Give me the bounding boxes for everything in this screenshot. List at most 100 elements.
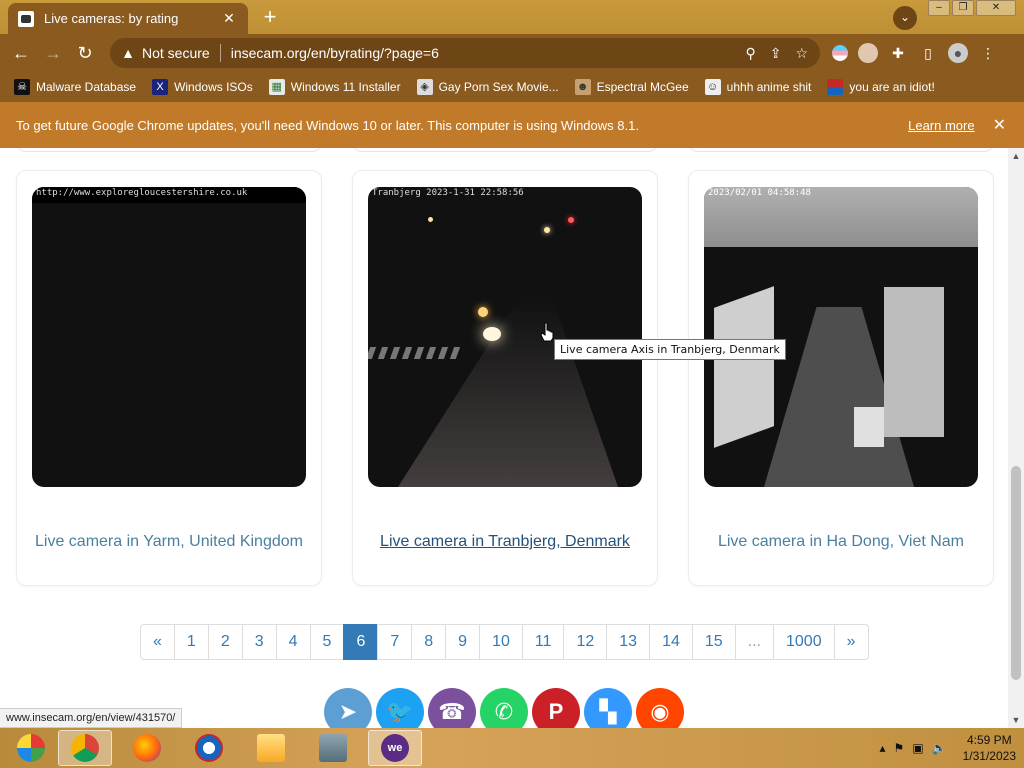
window-controls: – ❐ ✕ <box>928 0 1016 18</box>
pagination-page[interactable]: 11 <box>521 624 565 660</box>
bookmark-item[interactable]: ▦ Windows 11 Installer <box>268 79 401 95</box>
bookmark-item[interactable]: ☺ uhhh anime shit <box>704 79 812 95</box>
pagination-page[interactable]: 7 <box>377 624 413 660</box>
scrollbar-thumb[interactable] <box>1011 466 1021 680</box>
minimize-button[interactable]: – <box>928 0 950 16</box>
previous-card-edge <box>352 148 658 152</box>
reddit-icon[interactable]: ◉ <box>636 688 684 728</box>
warning-icon[interactable]: ▲ <box>120 45 136 61</box>
pagination-prev[interactable]: « <box>140 624 175 660</box>
pagination-page[interactable]: 10 <box>479 624 523 660</box>
camera-caption-link[interactable]: Live camera in Tranbjerg, Denmark <box>353 533 657 551</box>
sidepanel-icon[interactable]: ▯ <box>918 43 938 63</box>
avatar-extension-icon[interactable] <box>858 43 878 63</box>
delicious-icon[interactable]: ▚ <box>584 688 632 728</box>
scroll-up-icon[interactable]: ▲ <box>1008 148 1024 164</box>
kebab-menu-icon[interactable]: ⋮ <box>978 43 998 63</box>
taskbar-we-app[interactable]: we <box>368 730 422 766</box>
url-text[interactable]: insecam.org/en/byrating/?page=6 <box>231 45 746 61</box>
status-bubble: www.insecam.org/en/view/431570/ <box>0 708 183 728</box>
camera-caption-link[interactable]: Live camera in Ha Dong, Viet Nam <box>689 533 993 551</box>
crosswalk <box>368 347 461 359</box>
skull-icon: ☠ <box>14 79 30 95</box>
pagination-page[interactable]: 12 <box>563 624 608 660</box>
network-icon[interactable]: ▣ <box>912 741 923 755</box>
bookmark-item[interactable]: you are an idiot! <box>827 79 935 95</box>
desk <box>714 286 774 448</box>
pagination-page[interactable]: 9 <box>445 624 481 660</box>
previous-card-edge <box>16 148 322 152</box>
bookmark-star-icon[interactable]: ☆ <box>795 45 808 62</box>
pagination-last-page[interactable]: 1000 <box>773 624 835 660</box>
viber-icon[interactable]: ☎ <box>428 688 476 728</box>
firefox-icon <box>133 734 161 762</box>
profile-icon[interactable]: ● <box>948 43 968 63</box>
trans-flag-extension-icon[interactable] <box>832 45 848 61</box>
camera-thumbnail[interactable]: 2023/02/01 04:58:48 <box>704 187 978 487</box>
browser-tab[interactable]: Live cameras: by rating ✕ <box>8 3 248 34</box>
share-icon[interactable]: ⇪ <box>770 45 782 62</box>
pagination-page[interactable]: 5 <box>309 624 345 660</box>
close-window-button[interactable]: ✕ <box>976 0 1016 16</box>
taskbar-app-obama[interactable] <box>182 730 236 766</box>
security-label[interactable]: Not secure <box>142 45 210 61</box>
pagination-ellipsis: ... <box>734 624 774 660</box>
vertical-scrollbar[interactable]: ▲ ▼ <box>1008 148 1024 728</box>
camera-thumbnail[interactable]: Tranbjerg 2023-1-31 22:58:56 <box>368 187 642 487</box>
desk <box>884 287 944 437</box>
pagination-page[interactable]: 13 <box>606 624 651 660</box>
start-button[interactable] <box>4 730 58 766</box>
search-icon[interactable]: ⚲ <box>745 45 755 62</box>
pagination-page[interactable]: 4 <box>275 624 311 660</box>
bookmark-label: uhhh anime shit <box>726 80 812 94</box>
action-center-flag-icon[interactable]: ⚑ <box>894 741 905 755</box>
camera-card: 2023/02/01 04:58:48 Live camera in Ha Do… <box>688 170 994 586</box>
tab-close-icon[interactable]: ✕ <box>220 10 238 27</box>
scroll-down-icon[interactable]: ▼ <box>1008 712 1024 728</box>
address-bar[interactable]: ▲ Not secure insecam.org/en/byrating/?pa… <box>110 38 820 68</box>
bookmark-item[interactable]: ☻ Espectral McGee <box>574 79 689 95</box>
pinterest-icon[interactable]: P <box>532 688 580 728</box>
bookmarks-bar: ☠ Malware Database X Windows ISOs ▦ Wind… <box>0 72 1024 102</box>
pagination-page[interactable]: 14 <box>649 624 693 660</box>
tab-search-chevron-icon[interactable]: ⌄ <box>893 6 917 30</box>
taskbar-installer[interactable] <box>306 730 360 766</box>
chrome-icon <box>71 734 99 762</box>
site-favicon-icon <box>18 10 34 27</box>
camera-caption-link[interactable]: Live camera in Yarm, United Kingdom <box>17 533 321 551</box>
pagination-page[interactable]: 2 <box>207 624 243 660</box>
volume-icon[interactable]: 🔈 <box>932 741 947 755</box>
twitter-icon[interactable]: 🐦 <box>376 688 424 728</box>
tray-expand-icon[interactable]: ▴ <box>880 741 886 755</box>
restore-button[interactable]: ❐ <box>952 0 974 16</box>
learn-more-link[interactable]: Learn more <box>908 118 974 133</box>
pagination-next[interactable]: » <box>833 624 869 660</box>
system-tray: ▴ ⚑ ▣ 🔈 4:59 PM 1/31/2023 <box>880 728 1016 768</box>
taskbar-firefox[interactable] <box>120 730 174 766</box>
forward-button[interactable]: → <box>40 41 66 65</box>
camera-thumbnail[interactable]: http://www.exploregloucestershire.co.uk <box>32 187 306 487</box>
pagination-page[interactable]: 1 <box>173 624 209 660</box>
taskbar-chrome[interactable] <box>58 730 112 766</box>
infobar-close-icon[interactable]: ✕ <box>993 115 1006 135</box>
street-light <box>428 217 433 222</box>
pagination-page[interactable]: 3 <box>241 624 277 660</box>
pagination-page-current[interactable]: 6 <box>343 624 379 660</box>
reload-button[interactable]: ↻ <box>72 41 98 65</box>
image-icon: ▦ <box>268 79 285 95</box>
omnibox-actions: ⚲ ⇪ ☆ <box>745 45 808 62</box>
new-tab-button[interactable]: + <box>258 6 282 30</box>
pagination-page[interactable]: 15 <box>691 624 736 660</box>
tab-strip: Live cameras: by rating ✕ + ⌄ – ❐ ✕ <box>0 0 1024 34</box>
back-button[interactable]: ← <box>8 41 34 65</box>
puzzle-icon[interactable]: ✚ <box>888 43 908 63</box>
telegram-icon[interactable]: ➤ <box>324 688 372 728</box>
whatsapp-icon[interactable]: ✆ <box>480 688 528 728</box>
system-clock[interactable]: 4:59 PM 1/31/2023 <box>963 732 1016 764</box>
bookmark-item[interactable]: ☠ Malware Database <box>14 79 136 95</box>
taskbar-explorer[interactable] <box>244 730 298 766</box>
bookmark-item[interactable]: ◈ Gay Porn Sex Movie... <box>416 79 559 95</box>
bookmark-label: Espectral McGee <box>596 80 689 94</box>
pagination-page[interactable]: 8 <box>411 624 447 660</box>
bookmark-item[interactable]: X Windows ISOs <box>152 79 253 95</box>
